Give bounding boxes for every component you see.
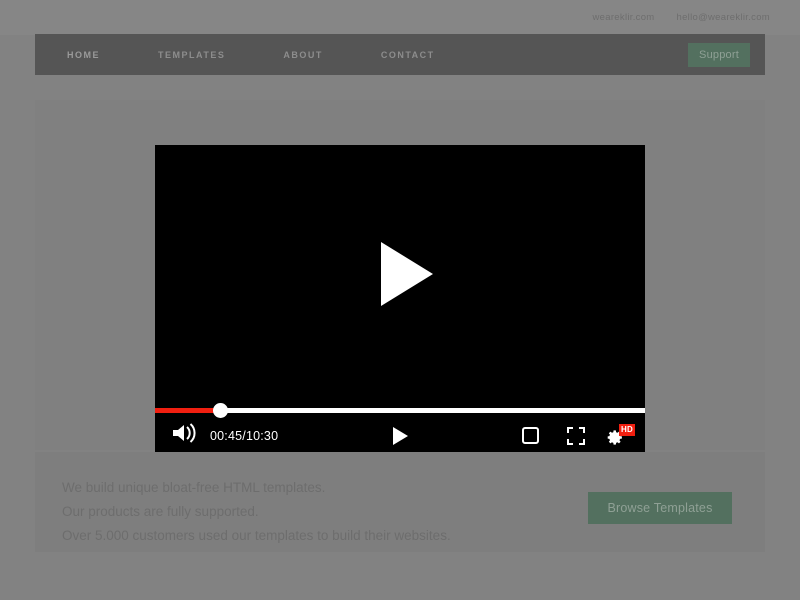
- browse-templates-button[interactable]: Browse Templates: [588, 492, 732, 524]
- fullscreen-corner-tl: [567, 426, 574, 433]
- time-display: 00:45/10:30: [210, 428, 279, 443]
- play-pause-button[interactable]: [392, 426, 408, 445]
- video-progress-scrubber[interactable]: [155, 403, 645, 419]
- progress-track[interactable]: [155, 408, 645, 413]
- nav-item-list: HOME TEMPLATES ABOUT CONTACT: [57, 44, 483, 66]
- progress-thumb[interactable]: [213, 403, 228, 418]
- video-controls-bar: 00:45/10:30 HD: [155, 419, 645, 452]
- page-root: weareklir.com hello@weareklir.com HOME T…: [0, 0, 800, 600]
- fullscreen-corner-bl: [567, 438, 574, 445]
- site-url-link[interactable]: weareklir.com: [593, 12, 655, 23]
- progress-filled: [155, 408, 221, 413]
- top-utility-bar: weareklir.com hello@weareklir.com: [0, 0, 800, 35]
- nav-item-about[interactable]: ABOUT: [273, 44, 333, 66]
- settings-button[interactable]: HD: [607, 423, 636, 447]
- fullscreen-corner-br: [579, 438, 586, 445]
- nav-item-contact[interactable]: CONTACT: [371, 44, 445, 66]
- video-player[interactable]: 00:45/10:30 HD: [155, 145, 645, 452]
- nav-item-templates[interactable]: TEMPLATES: [148, 44, 235, 66]
- email-link[interactable]: hello@weareklir.com: [677, 12, 771, 23]
- speaker-volume-icon: [171, 422, 201, 449]
- nav-item-home[interactable]: HOME: [57, 44, 110, 66]
- copy-line-3: Over 5.000 customers used our templates …: [62, 528, 451, 543]
- miniplayer-icon[interactable]: [522, 427, 540, 444]
- marketing-copy-block: We build unique bloat-free HTML template…: [62, 476, 492, 548]
- play-icon[interactable]: [381, 242, 433, 306]
- quality-badge: HD: [619, 423, 636, 436]
- volume-button[interactable]: 00:45/10:30: [171, 422, 278, 449]
- main-navbar: HOME TEMPLATES ABOUT CONTACT Support: [35, 34, 765, 75]
- copy-line-1: We build unique bloat-free HTML template…: [62, 480, 326, 495]
- fullscreen-corner-tr: [579, 426, 586, 433]
- video-stage[interactable]: [155, 145, 645, 403]
- copy-line-2: Our products are fully supported.: [62, 504, 259, 519]
- support-button[interactable]: Support: [688, 42, 750, 67]
- fullscreen-icon[interactable]: [567, 426, 586, 445]
